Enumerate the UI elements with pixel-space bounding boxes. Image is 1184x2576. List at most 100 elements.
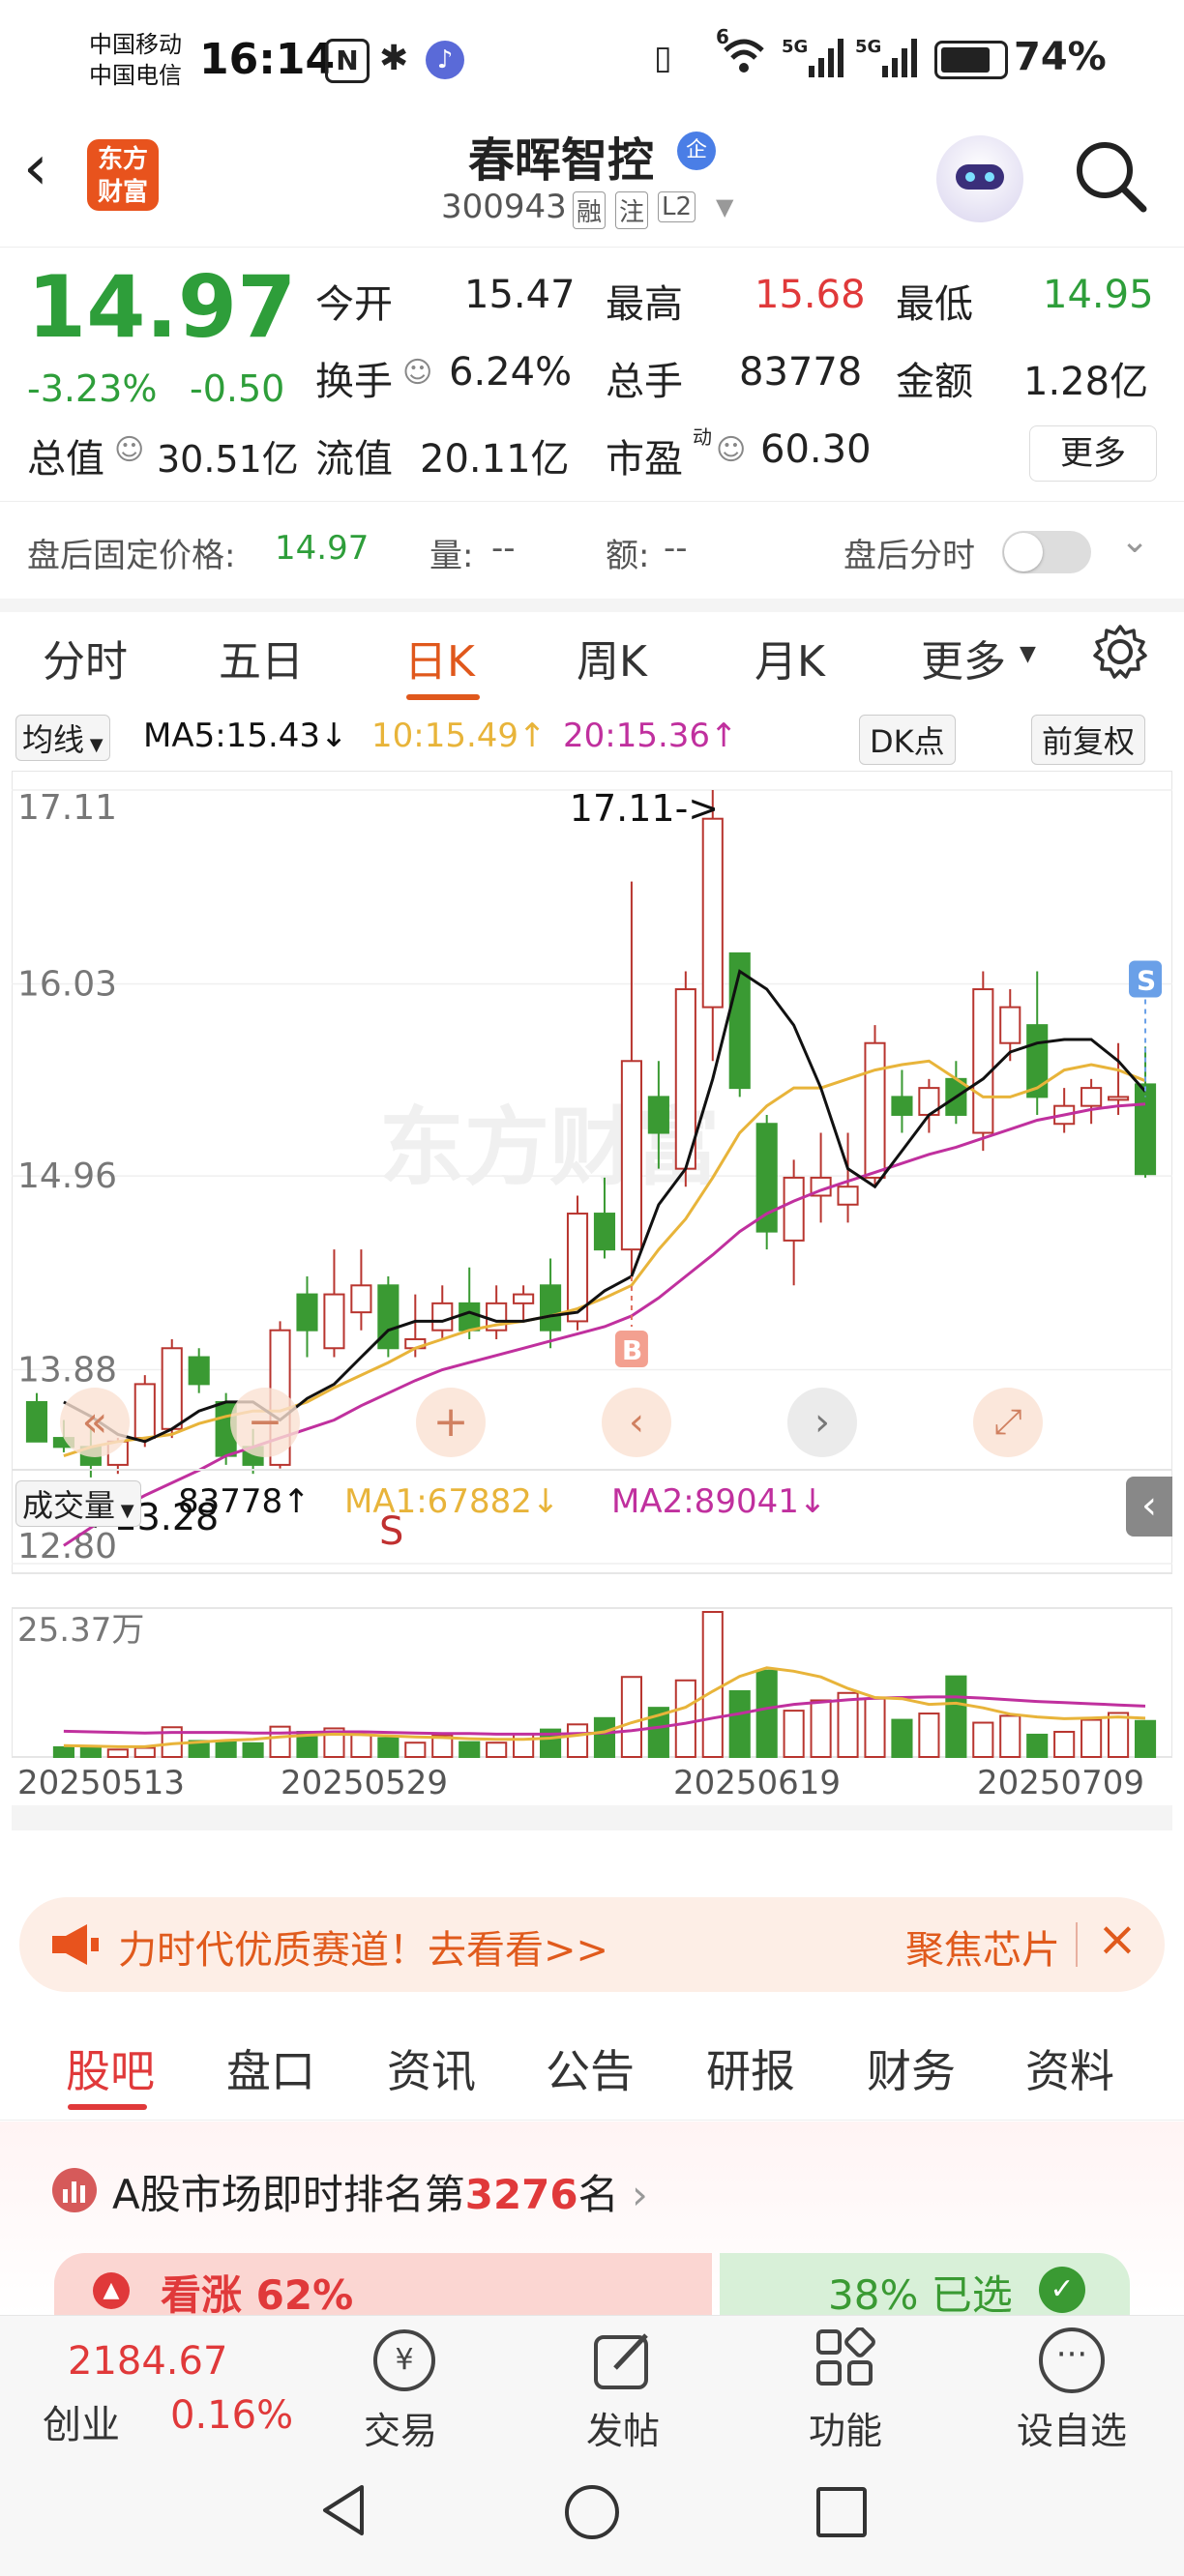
promo-banner[interactable]: 力时代优质赛道！去看看>> 聚焦芯片 × bbox=[19, 1897, 1165, 1992]
zoom-out-button[interactable]: − bbox=[230, 1388, 300, 1457]
tab-intraday[interactable]: 分时 bbox=[43, 627, 128, 688]
nav-function-label: 功能 bbox=[808, 2410, 882, 2452]
logo-line-1: 东方 bbox=[97, 145, 148, 174]
search-icon[interactable] bbox=[1072, 137, 1149, 215]
banner-text: 力时代优质赛道！去看看>> bbox=[118, 1928, 609, 1973]
robot-assistant-avatar[interactable] bbox=[936, 135, 1023, 222]
y-axis-label: 14.96 bbox=[17, 1156, 117, 1196]
after-hours-bar: 盘后固定价格: 14.97 量: -- 额: -- 盘后分时 ⌄ bbox=[0, 501, 1184, 612]
volume-bar-up bbox=[783, 1710, 805, 1758]
back-button[interactable]: ‹ bbox=[23, 137, 48, 199]
fullscreen-icon[interactable]: ⤢ bbox=[973, 1388, 1043, 1457]
y-axis-label: 16.03 bbox=[17, 964, 117, 1004]
after-hours-toggle[interactable] bbox=[1002, 531, 1091, 573]
change-value: -0.50 bbox=[190, 367, 285, 410]
tab-daily-k[interactable]: 日K bbox=[404, 627, 475, 688]
tab-guba[interactable]: 股吧 bbox=[66, 2036, 155, 2100]
chevron-down-icon[interactable]: ▼ bbox=[716, 193, 733, 220]
clock: 16:14 bbox=[199, 35, 336, 84]
after-amt-value: -- bbox=[664, 529, 688, 568]
candle-up bbox=[783, 1176, 805, 1242]
volume-bar-up bbox=[133, 1746, 156, 1758]
market-rank-card[interactable]: A股市场即时排名第3276名 › ▲ 看涨 62% 38% 已选 ✓ bbox=[0, 2122, 1184, 2315]
chevron-down-icon[interactable]: ⌄ bbox=[1120, 521, 1149, 561]
tab-weekly-k[interactable]: 周K bbox=[577, 627, 647, 688]
ma-selector[interactable]: 均线 ▼ bbox=[15, 715, 110, 761]
more-button[interactable]: 更多 bbox=[1029, 425, 1157, 482]
divider bbox=[1076, 1922, 1078, 1967]
volume-bar-up bbox=[1053, 1730, 1076, 1759]
volume-bar-up bbox=[1080, 1718, 1103, 1759]
dk-point-button[interactable]: DK点 bbox=[859, 715, 956, 765]
edit-icon bbox=[594, 2333, 648, 2389]
kline-svg[interactable]: 17.1116.0314.9613.8812.80东方财富17.11-><-13… bbox=[12, 771, 1172, 1834]
collapse-panel-button[interactable]: ‹ bbox=[1126, 1477, 1172, 1537]
tab-announcements[interactable]: 公告 bbox=[546, 2036, 635, 2100]
banner-right-text: 聚焦芯片 bbox=[905, 1928, 1060, 1973]
candle-up bbox=[620, 1060, 642, 1251]
low-value: 14.95 bbox=[1043, 273, 1154, 317]
tab-research[interactable]: 研报 bbox=[706, 2036, 795, 2100]
index-ticker[interactable]: 2184.67 创业 0.16% bbox=[0, 2316, 319, 2461]
bullish-vote-button[interactable]: ▲ 看涨 62% bbox=[54, 2253, 712, 2315]
candle-down bbox=[647, 1096, 669, 1134]
nav-trade[interactable]: ¥ 交易 bbox=[304, 2316, 497, 2461]
tab-five-day[interactable]: 五日 bbox=[219, 627, 304, 688]
tab-profile[interactable]: 资料 bbox=[1025, 2036, 1114, 2100]
volume-indicator-selector[interactable]: 成交量 ▼ bbox=[15, 1480, 141, 1527]
status-bar: 中国移动 中国电信 16:14 N ✱ ♪ ▯ 6 5G 5G 74% bbox=[0, 0, 1184, 116]
volume-bar-up bbox=[620, 1676, 642, 1759]
recents-square-icon[interactable] bbox=[816, 2487, 867, 2537]
scroll-left-button[interactable]: ‹ bbox=[602, 1388, 671, 1457]
ma10-value: 10:15.49↑ bbox=[371, 717, 547, 755]
close-icon[interactable]: × bbox=[1097, 1911, 1138, 1967]
volume-bar-up bbox=[1108, 1712, 1130, 1759]
tab-pankou[interactable]: 盘口 bbox=[226, 2036, 315, 2100]
battery-percent: 74% bbox=[1014, 35, 1107, 79]
volume-bar-down bbox=[755, 1669, 778, 1758]
nav-add-watchlist[interactable]: ··· 设自选 bbox=[975, 2316, 1169, 2461]
volume-max-label: 25.37万 bbox=[17, 1611, 144, 1650]
quote-panel: 14.97 -3.23% -0.50 今开 15.47 最高 15.68 最低 … bbox=[0, 248, 1184, 495]
tab-news[interactable]: 资讯 bbox=[387, 2036, 476, 2100]
home-circle-icon[interactable] bbox=[565, 2485, 619, 2539]
tab-monthly-k[interactable]: 月K bbox=[755, 627, 825, 688]
ma5-value: MA5:15.43↓ bbox=[143, 717, 348, 755]
grid-icon bbox=[816, 2327, 875, 2386]
tab-finance[interactable]: 财务 bbox=[867, 2036, 956, 2100]
candle-up bbox=[431, 1302, 454, 1332]
after-price-value: 14.97 bbox=[275, 529, 370, 568]
megaphone-icon bbox=[52, 1924, 99, 1965]
volume-bar-down bbox=[52, 1745, 74, 1758]
stock-code: 300943 bbox=[441, 188, 567, 226]
kline-chart-area[interactable]: 均线 ▼ MA5:15.43↓ 10:15.49↑ 20:15.36↑ DK点 … bbox=[12, 709, 1172, 1879]
settings-gear-icon[interactable] bbox=[1091, 623, 1149, 681]
sell-marker-label: S bbox=[1137, 964, 1156, 996]
bearish-vote-button[interactable]: 38% 已选 ✓ bbox=[720, 2253, 1130, 2315]
rank-suffix: 名 bbox=[577, 2171, 619, 2218]
pe-sup: 动 bbox=[693, 425, 712, 449]
info-icon[interactable]: ☺ bbox=[114, 433, 144, 467]
info-icon[interactable]: ☺ bbox=[402, 356, 432, 390]
float-value: 20.11亿 bbox=[420, 437, 570, 482]
candle-up bbox=[513, 1293, 535, 1304]
ma-selector-label: 均线 bbox=[22, 721, 85, 758]
change-percent: -3.23% bbox=[27, 367, 158, 410]
nav-post[interactable]: 发帖 bbox=[526, 2316, 720, 2461]
info-icon[interactable]: ☺ bbox=[716, 433, 746, 467]
back-triangle-icon[interactable] bbox=[319, 2483, 368, 2537]
mktcap-value: 30.51亿 bbox=[157, 438, 299, 481]
adjust-button[interactable]: 前复权 bbox=[1031, 715, 1146, 765]
caret-down-icon: ▼ bbox=[1020, 642, 1036, 666]
zoom-in-button[interactable]: + bbox=[416, 1388, 486, 1457]
nfc-icon: N bbox=[325, 39, 370, 83]
volume-bar-down bbox=[593, 1716, 616, 1759]
open-value: 15.47 bbox=[464, 273, 576, 317]
scroll-start-button[interactable]: « bbox=[60, 1388, 130, 1457]
registration-tag: 注 bbox=[615, 191, 649, 229]
candle-up bbox=[161, 1347, 183, 1430]
high-label: 最高 bbox=[606, 282, 683, 327]
nav-function[interactable]: 功能 bbox=[749, 2316, 942, 2461]
scroll-right-button[interactable]: › bbox=[787, 1388, 857, 1457]
tab-more[interactable]: 更多 bbox=[921, 627, 1006, 688]
